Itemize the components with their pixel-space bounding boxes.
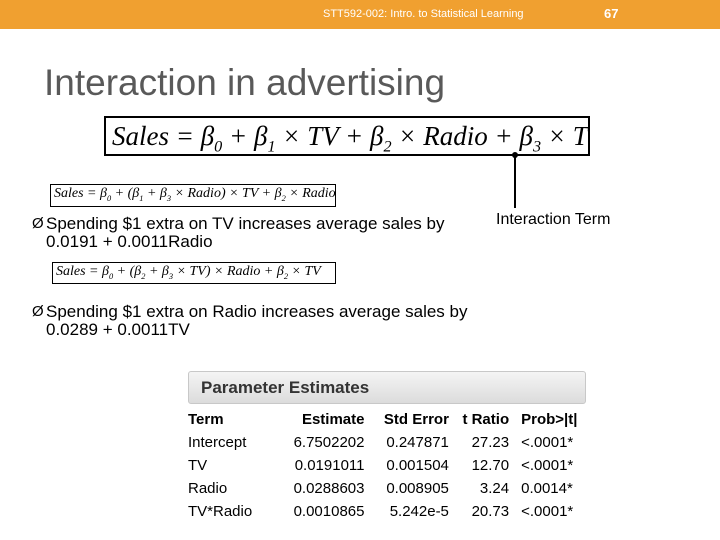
parameter-estimates-header: Parameter Estimates xyxy=(188,371,586,404)
slide-title: Interaction in advertising xyxy=(44,62,446,103)
table-row: TV 0.0191011 0.001504 12.70 <.0001* xyxy=(188,454,586,477)
table-cell: 0.0014* xyxy=(521,480,573,497)
table-row: Intercept 6.7502202 0.247871 27.23 <.000… xyxy=(188,431,586,454)
table-cell: TV*Radio xyxy=(188,503,253,520)
column-header: Prob>|t| xyxy=(521,411,578,428)
table-cell: 3.24 xyxy=(479,480,510,497)
bullet-tv: Ø Spending $1 extra on TV increases aver… xyxy=(32,215,492,251)
main-equation: Sales = β0 + β1 × TV + β2 × Radio + β3 ×… xyxy=(104,116,590,156)
parameter-estimates-title: Parameter Estimates xyxy=(201,378,370,397)
column-header: Estimate xyxy=(301,411,365,428)
table-cell: 5.242e-5 xyxy=(389,503,449,520)
table-cell: 0.008905 xyxy=(386,480,449,497)
table-header-row: Term Estimate Std Error t Ratio Prob>|t| xyxy=(188,408,586,431)
table-cell: 12.70 xyxy=(471,457,510,474)
bullet-radio-text: Spending $1 extra on Radio increases ave… xyxy=(46,302,468,339)
table-cell: 0.247871 xyxy=(386,434,449,451)
parameter-estimates-panel: Parameter Estimates Term Estimate Std Er… xyxy=(188,371,586,525)
interaction-term-label: Interaction Term xyxy=(496,211,611,228)
parameter-estimates-table: Term Estimate Std Error t Ratio Prob>|t|… xyxy=(188,408,586,523)
table-cell: 6.7502202 xyxy=(293,434,365,451)
header-bar: STT592-002: Intro. to Statistical Learni… xyxy=(0,0,720,29)
table-cell: 27.23 xyxy=(471,434,510,451)
table-cell: <.0001* xyxy=(521,457,574,474)
column-header: Std Error xyxy=(383,411,449,428)
table-cell: <.0001* xyxy=(521,434,574,451)
table-cell: 20.73 xyxy=(471,503,510,520)
table-cell: TV xyxy=(188,457,208,474)
table-cell: 0.0288603 xyxy=(293,480,365,497)
table-cell: 0.0010865 xyxy=(293,503,365,520)
interaction-connector-line xyxy=(514,156,516,208)
bullet-radio: Ø Spending $1 extra on Radio increases a… xyxy=(32,303,472,339)
table-cell: 0.001504 xyxy=(386,457,449,474)
table-cell: 0.0191011 xyxy=(294,457,365,474)
table-cell: Intercept xyxy=(188,434,247,451)
bullet-tv-text: Spending $1 extra on TV increases averag… xyxy=(46,214,445,251)
page-number: 67 xyxy=(604,6,619,21)
radio-effect-equation: Sales = β0 + (β2 + β3 × TV) × Radio + β2… xyxy=(52,262,336,284)
column-header: t Ratio xyxy=(462,411,510,428)
bullet-arrow-icon: Ø xyxy=(32,303,44,320)
column-header: Term xyxy=(188,411,224,428)
course-title: STT592-002: Intro. to Statistical Learni… xyxy=(323,8,524,20)
tv-effect-equation: Sales = β0 + (β1 + β3 × Radio) × TV + β2… xyxy=(50,184,336,207)
bullet-arrow-icon: Ø xyxy=(32,215,44,232)
table-cell: Radio xyxy=(188,480,228,497)
table-row: TV*Radio 0.0010865 5.242e-5 20.73 <.0001… xyxy=(188,500,586,523)
table-row: Radio 0.0288603 0.008905 3.24 0.0014* xyxy=(188,477,586,500)
table-cell: <.0001* xyxy=(521,503,574,520)
